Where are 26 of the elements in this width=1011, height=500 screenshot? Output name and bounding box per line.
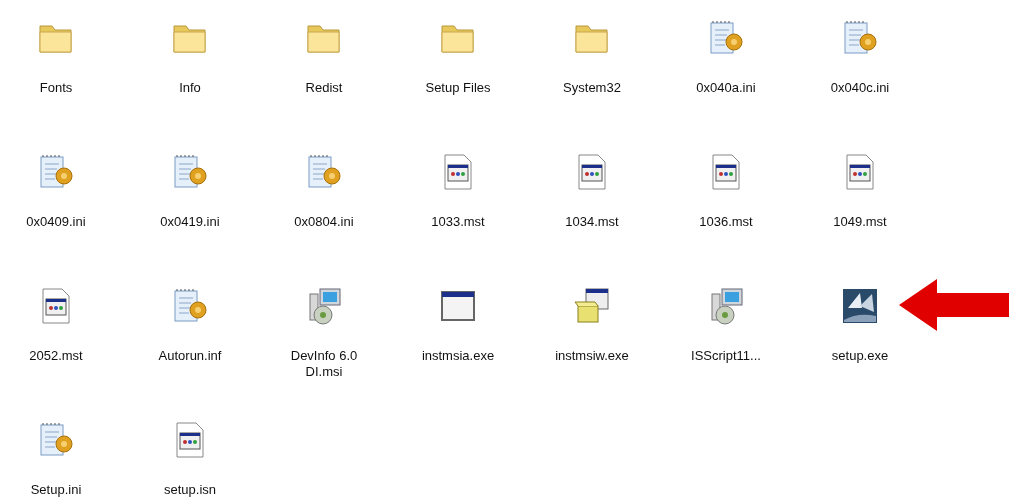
- file-name: instmsiw.exe: [555, 348, 629, 364]
- file-name: Fonts: [39, 80, 73, 96]
- file-name: Setup.ini: [30, 482, 82, 498]
- file-name: 1049.mst: [833, 214, 887, 230]
- file-name: 0x0409.ini: [26, 214, 86, 230]
- file-name: 0x040c.ini: [830, 80, 890, 96]
- file-name: 0x0804.ini: [294, 214, 354, 230]
- file-name: 1033.mst: [431, 214, 485, 230]
- file-name: setup.exe: [831, 348, 889, 364]
- file-name: instmsia.exe: [421, 348, 495, 364]
- file-name: setup.isn: [163, 482, 216, 498]
- file-name: System32: [563, 80, 621, 96]
- file-name: ISScript11...: [691, 348, 761, 364]
- file-name: 0x040a.ini: [696, 80, 756, 96]
- file-name: 1036.mst: [699, 214, 753, 230]
- window-box-icon[interactable]: [572, 286, 612, 326]
- file-name: Info: [179, 80, 201, 96]
- file-name: 0x0419.ini: [160, 214, 220, 230]
- file-name: Setup Files: [425, 80, 491, 96]
- file-name: Autorun.inf: [158, 348, 222, 364]
- arrow-icon: [899, 279, 1009, 331]
- file-name: 2052.mst: [29, 348, 83, 364]
- file-name: Redist: [305, 80, 343, 96]
- file-name: DevInfo 6.0 DI.msi: [289, 348, 359, 380]
- sail-icon[interactable]: [840, 286, 880, 326]
- file-name: 1034.mst: [565, 214, 619, 230]
